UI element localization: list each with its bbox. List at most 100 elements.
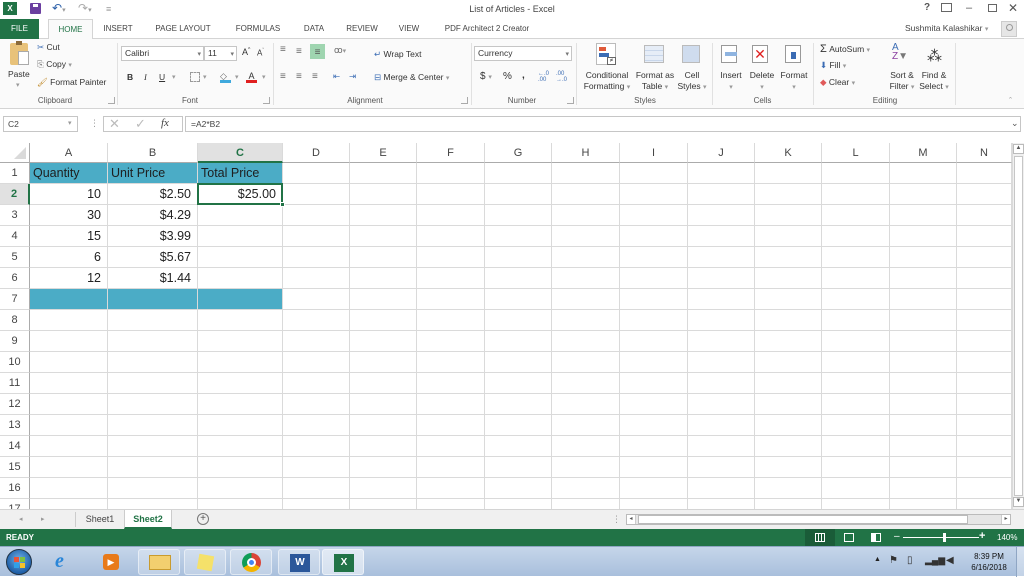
cell-i5[interactable]: [620, 247, 688, 268]
cell-l8[interactable]: [822, 310, 890, 331]
cell-f15[interactable]: [417, 457, 485, 478]
cell-i7[interactable]: [620, 289, 688, 310]
cell-k7[interactable]: [755, 289, 822, 310]
cell-b4[interactable]: $3.99: [108, 226, 198, 247]
cell-d4[interactable]: [283, 226, 350, 247]
cell-n2[interactable]: [957, 184, 1012, 205]
cell-e11[interactable]: [350, 373, 417, 394]
cell-l13[interactable]: [822, 415, 890, 436]
cell-h11[interactable]: [552, 373, 620, 394]
cell-m2[interactable]: [890, 184, 957, 205]
row-header-7[interactable]: 7: [0, 289, 30, 310]
autosum-button[interactable]: Σ AutoSum ▾: [820, 43, 870, 55]
underline-button[interactable]: U: [159, 72, 165, 82]
column-header-e[interactable]: E: [350, 143, 417, 163]
cell-b6[interactable]: $1.44: [108, 268, 198, 289]
power-icon[interactable]: ▯: [907, 555, 913, 566]
cell-m4[interactable]: [890, 226, 957, 247]
worksheet-grid[interactable]: ABCDEFGHIJKLMN 1 Quantity Unit Price Total …: [0, 143, 1012, 509]
cell-f16[interactable]: [417, 478, 485, 499]
cell-n5[interactable]: [957, 247, 1012, 268]
cell-h10[interactable]: [552, 352, 620, 373]
new-sheet-icon[interactable]: +: [197, 513, 209, 525]
cell-h13[interactable]: [552, 415, 620, 436]
cell-b14[interactable]: [108, 436, 198, 457]
cell-n17[interactable]: [957, 499, 1012, 509]
sort-filter-icon[interactable]: A Z▼: [892, 43, 908, 62]
cell-h6[interactable]: [552, 268, 620, 289]
cell-m1[interactable]: [890, 163, 957, 184]
row-header-1[interactable]: 1: [0, 163, 30, 184]
cell-a5[interactable]: 6: [30, 247, 108, 268]
cell-k6[interactable]: [755, 268, 822, 289]
column-header-d[interactable]: D: [283, 143, 350, 163]
cell-d16[interactable]: [283, 478, 350, 499]
page-layout-view-icon[interactable]: [844, 533, 854, 542]
cell-l1[interactable]: [822, 163, 890, 184]
cell-d7[interactable]: [283, 289, 350, 310]
row-header-16[interactable]: 16: [0, 478, 30, 499]
scroll-right-icon[interactable]: ▸: [1001, 515, 1010, 524]
vertical-scrollbar[interactable]: ▲ ▼: [1012, 143, 1024, 509]
cell-c1[interactable]: Total Price: [198, 163, 283, 184]
cell-a7[interactable]: [30, 289, 108, 310]
cell-k14[interactable]: [755, 436, 822, 457]
horizontal-scroll-thumb[interactable]: [638, 515, 968, 524]
cell-b3[interactable]: $4.29: [108, 205, 198, 226]
cell-c15[interactable]: [198, 457, 283, 478]
cell-f9[interactable]: [417, 331, 485, 352]
cell-b2[interactable]: $2.50: [108, 184, 198, 205]
cell-f2[interactable]: [417, 184, 485, 205]
cell-g16[interactable]: [485, 478, 552, 499]
cell-n10[interactable]: [957, 352, 1012, 373]
cell-c4[interactable]: [198, 226, 283, 247]
cell-m3[interactable]: [890, 205, 957, 226]
cell-j15[interactable]: [688, 457, 755, 478]
tab-file[interactable]: FILE: [0, 19, 39, 39]
row-header-17[interactable]: 17: [0, 499, 30, 509]
cell-c5[interactable]: [198, 247, 283, 268]
cell-i14[interactable]: [620, 436, 688, 457]
cell-l6[interactable]: [822, 268, 890, 289]
scroll-up-icon[interactable]: ▲: [1013, 144, 1024, 154]
tab-pdf-architect[interactable]: PDF Architect 2 Creator: [434, 19, 540, 39]
font-size-select[interactable]: 11: [204, 46, 237, 61]
format-as-table-icon[interactable]: [644, 45, 664, 63]
cell-d9[interactable]: [283, 331, 350, 352]
paste-icon[interactable]: [10, 41, 29, 65]
scroll-down-icon[interactable]: ▼: [1013, 497, 1024, 507]
format-as-table-button[interactable]: Format as Table ▾: [634, 70, 676, 93]
comma-button[interactable]: ,: [522, 70, 525, 81]
delete-cells-button[interactable]: Delete ▾: [748, 70, 776, 93]
cell-n3[interactable]: [957, 205, 1012, 226]
cell-h17[interactable]: [552, 499, 620, 509]
cell-j13[interactable]: [688, 415, 755, 436]
cell-e1[interactable]: [350, 163, 417, 184]
user-name[interactable]: Sushmita Kalashikar ▾: [905, 23, 988, 33]
cell-c16[interactable]: [198, 478, 283, 499]
number-launcher-icon[interactable]: [567, 97, 574, 104]
taskbar-file-explorer[interactable]: [138, 549, 180, 575]
cell-m13[interactable]: [890, 415, 957, 436]
cell-e9[interactable]: [350, 331, 417, 352]
cell-i13[interactable]: [620, 415, 688, 436]
align-left-icon[interactable]: ≡: [280, 71, 286, 82]
cell-f5[interactable]: [417, 247, 485, 268]
cell-j4[interactable]: [688, 226, 755, 247]
formula-bar-grip-icon[interactable]: ⋮: [90, 118, 99, 129]
cell-a1[interactable]: Quantity: [30, 163, 108, 184]
fill-color-icon[interactable]: ◇: [220, 71, 231, 83]
cell-k13[interactable]: [755, 415, 822, 436]
clock[interactable]: 8:39 PM 6/16/2018: [964, 551, 1014, 573]
cell-f7[interactable]: [417, 289, 485, 310]
cell-c3[interactable]: [198, 205, 283, 226]
cell-b7[interactable]: [108, 289, 198, 310]
cell-h1[interactable]: [552, 163, 620, 184]
cell-c9[interactable]: [198, 331, 283, 352]
taskbar-chrome[interactable]: [230, 549, 272, 575]
cell-l4[interactable]: [822, 226, 890, 247]
cell-f13[interactable]: [417, 415, 485, 436]
action-center-icon[interactable]: ⚑: [889, 555, 898, 566]
cell-h8[interactable]: [552, 310, 620, 331]
cell-n1[interactable]: [957, 163, 1012, 184]
